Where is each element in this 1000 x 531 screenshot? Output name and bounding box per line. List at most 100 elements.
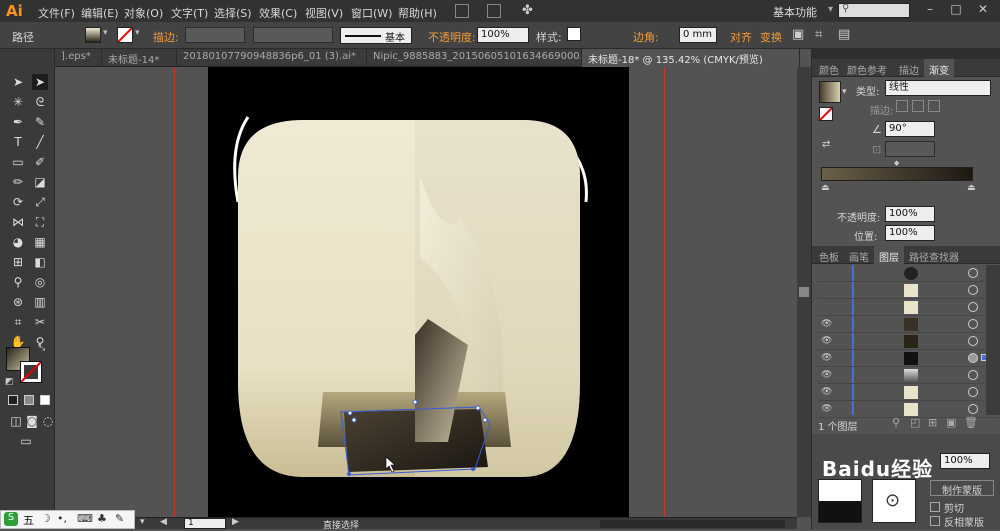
aspect-ratio-field[interactable]	[885, 141, 935, 157]
tab-color-guide[interactable]: 颜色参考	[842, 59, 892, 77]
artwork[interactable]	[208, 67, 629, 517]
tab-swatches[interactable]: 色板	[814, 246, 844, 264]
gradient-mode-icon[interactable]	[24, 395, 34, 405]
artboard-number-field[interactable]: 1	[184, 518, 226, 529]
target-icon[interactable]	[968, 387, 978, 397]
gradient-type-select[interactable]: 线性	[885, 80, 991, 96]
make-mask-button[interactable]: 制作蒙版	[930, 480, 994, 497]
layer-row[interactable]: 👁	[818, 384, 999, 401]
close-button[interactable]: ✕	[975, 2, 991, 18]
mesh-tool-icon[interactable]: ⊞	[10, 254, 26, 270]
free-transform-icon[interactable]: ⛶	[32, 214, 48, 230]
current-tool-status[interactable]: 直接选择	[323, 518, 359, 531]
screen-mode-icon[interactable]: ▭	[18, 433, 34, 449]
new-sublayer-icon[interactable]: ⊞	[928, 416, 937, 429]
lasso-icon[interactable]: ᘓ	[32, 94, 48, 110]
stroke-swatch[interactable]	[117, 27, 133, 43]
tab-document-4[interactable]: Nipic_9885883_20150605101634669000.ai*	[367, 49, 582, 67]
selection-tool-icon[interactable]: ➤	[10, 74, 26, 90]
menu-edit[interactable]: 编辑(E)	[81, 5, 119, 21]
gradient-preview[interactable]	[819, 81, 841, 103]
stroke-gradient-within-icon[interactable]	[896, 100, 908, 112]
fill-swatch[interactable]	[85, 27, 101, 43]
new-layer-icon[interactable]: ▣	[946, 416, 956, 429]
gradient-slider[interactable]	[821, 167, 973, 181]
visibility-eye-icon[interactable]: 👁	[821, 404, 833, 414]
tab-gradient[interactable]: 渐变	[924, 59, 954, 77]
first-artboard-icon[interactable]: ◀	[160, 517, 167, 527]
bridge-icon[interactable]	[455, 4, 469, 18]
line-tool-icon[interactable]: ╱	[32, 134, 48, 150]
shape-builder-icon[interactable]: ◕	[10, 234, 26, 250]
none-mode-icon[interactable]	[40, 395, 50, 405]
gradient-position-field[interactable]: 100%	[885, 225, 935, 241]
visibility-eye-icon[interactable]: 👁	[821, 353, 833, 363]
align-icon[interactable]: ▤	[838, 27, 850, 42]
draw-inside-icon[interactable]: ◌	[40, 413, 56, 429]
layer-row[interactable]: 👁	[818, 333, 999, 350]
gradient-opacity-field[interactable]: 100%	[885, 206, 935, 222]
layer-row[interactable]: 👁	[818, 367, 999, 384]
menu-view[interactable]: 视图(V)	[305, 5, 343, 21]
symbol-sprayer-icon[interactable]: ⊛	[10, 294, 26, 310]
tab-document-2[interactable]: 未标题-14*	[102, 49, 177, 67]
arrange-documents-icon[interactable]	[487, 4, 501, 18]
tab-layers[interactable]: 图层	[874, 246, 904, 264]
layer-row[interactable]: 👁	[818, 350, 999, 367]
tab-document-active[interactable]: 未标题-18* @ 135.42% (CMYK/预览)	[582, 49, 800, 67]
opacity-field[interactable]: 100%	[477, 27, 529, 43]
visibility-eye-icon[interactable]: 👁	[821, 370, 833, 380]
gradient-stop-left[interactable]: ⏏	[821, 183, 830, 193]
target-icon[interactable]	[968, 302, 978, 312]
tab-document-1[interactable]: ].eps*	[55, 49, 102, 67]
rotate-tool-icon[interactable]: ⟳	[10, 194, 26, 210]
eraser-icon[interactable]: ◪	[32, 174, 48, 190]
target-icon[interactable]	[968, 285, 978, 295]
make-clipping-mask-icon[interactable]: ◰	[910, 416, 920, 429]
stroke-swatch-small[interactable]	[819, 107, 833, 121]
chevron-down-icon[interactable]: ▾	[135, 28, 140, 38]
draw-mode-icon[interactable]: ◫	[8, 413, 24, 429]
stroke-gradient-along-icon[interactable]	[912, 100, 924, 112]
mask-thumbnail[interactable]: ⊙	[872, 479, 916, 523]
eyedropper-icon[interactable]: ⚲	[10, 274, 26, 290]
delete-layer-icon[interactable]: 🗑	[964, 416, 978, 429]
maximize-button[interactable]: □	[948, 2, 964, 18]
chevron-down-icon[interactable]: ▾	[828, 4, 833, 15]
keyboard-icon[interactable]: ⌨	[77, 512, 93, 525]
corner-label[interactable]: 边角:	[633, 29, 659, 45]
gradient-stop-right[interactable]: ⏏	[967, 183, 976, 193]
target-icon[interactable]	[968, 370, 978, 380]
menu-file[interactable]: 文件(F)	[38, 5, 75, 21]
transparency-opacity-field[interactable]: 100%	[940, 453, 990, 469]
menu-select[interactable]: 选择(S)	[214, 5, 252, 21]
stroke-label[interactable]: 描边:	[153, 29, 179, 45]
object-thumbnail[interactable]	[818, 479, 862, 523]
layer-row[interactable]	[818, 299, 999, 316]
reverse-gradient-icon[interactable]: ⇄	[822, 139, 830, 150]
menu-effect[interactable]: 效果(C)	[259, 5, 297, 21]
target-icon[interactable]	[968, 353, 978, 363]
angle-field[interactable]: 90°	[885, 121, 935, 137]
tab-color[interactable]: 颜色	[814, 59, 844, 77]
gradient-tool-icon[interactable]: ◧	[32, 254, 48, 270]
horizontal-scrollbar[interactable]	[600, 520, 785, 528]
target-icon[interactable]	[968, 336, 978, 346]
graphic-style-swatch[interactable]	[567, 27, 581, 41]
slice-tool-icon[interactable]: ✂	[32, 314, 48, 330]
menu-type[interactable]: 文字(T)	[171, 5, 208, 21]
tab-document-3[interactable]: 20180107790948836p6_01 (3).ai*	[177, 49, 367, 67]
gpu-performance-icon[interactable]: ✤	[522, 3, 533, 18]
tab-brushes[interactable]: 画笔	[844, 246, 874, 264]
curvature-tool-icon[interactable]: ✎	[32, 114, 48, 130]
target-icon[interactable]	[968, 268, 978, 278]
gradient-midpoint[interactable]: ◆	[894, 159, 899, 167]
width-tool-icon[interactable]: ⋈	[10, 214, 26, 230]
artboard[interactable]	[208, 67, 629, 517]
ime-logo-icon[interactable]: S	[4, 512, 18, 526]
stroke-weight-field[interactable]	[185, 27, 245, 43]
layer-row[interactable]	[818, 265, 999, 282]
isolate-icon[interactable]: ▣	[792, 27, 804, 42]
target-icon[interactable]	[968, 319, 978, 329]
color-mode-icon[interactable]	[8, 395, 18, 405]
